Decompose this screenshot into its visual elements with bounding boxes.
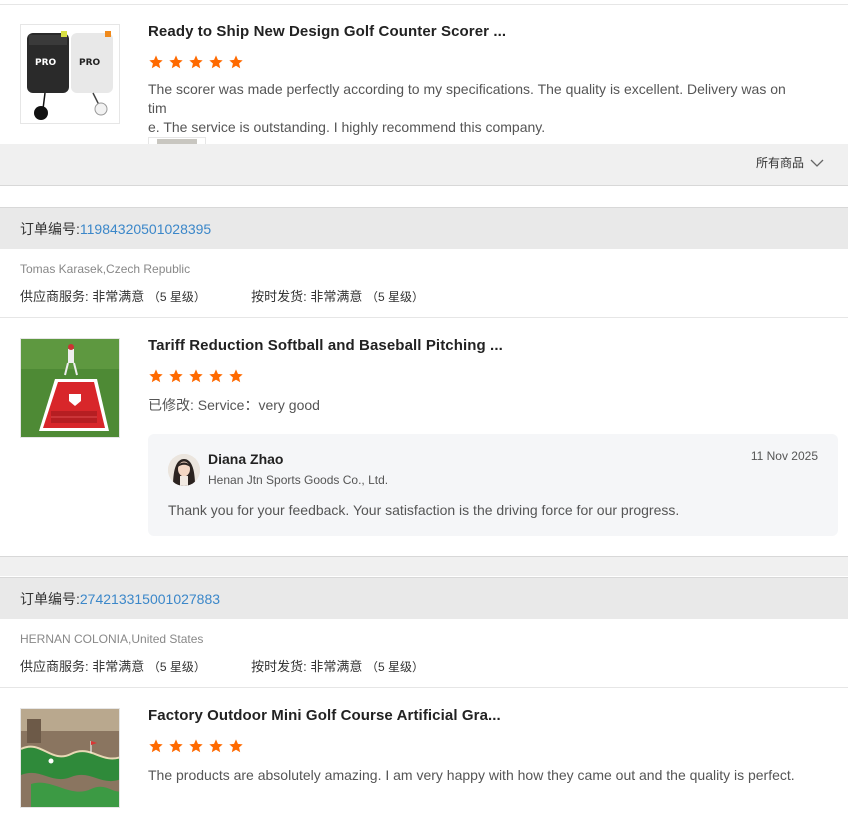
all-goods-band xyxy=(0,144,848,186)
reply-company: Henan Jtn Sports Goods Co., Ltd. xyxy=(208,473,389,487)
divider xyxy=(0,317,848,318)
star-icon xyxy=(209,739,223,753)
top-divider xyxy=(0,4,848,5)
star-icon xyxy=(149,369,163,383)
star-icon xyxy=(229,369,243,383)
star-icon xyxy=(209,55,223,69)
order-number-link[interactable]: 11984320501028395 xyxy=(80,221,211,237)
supplier-service-label: 供应商服务: xyxy=(20,289,89,304)
star-icon xyxy=(229,739,243,753)
product-title[interactable]: Tariff Reduction Softball and Baseball P… xyxy=(148,337,503,354)
supplier-service-stars: （5 星级） xyxy=(147,290,206,304)
product-thumbnail-mini-golf[interactable] xyxy=(20,708,120,808)
supplier-service-value: 非常满意 xyxy=(92,659,145,674)
review-text-line: The scorer was made perfectly according … xyxy=(148,81,786,116)
review-text: The scorer was made perfectly according … xyxy=(148,80,800,137)
ontime-delivery-stars: （5 星级） xyxy=(366,660,425,674)
buyer-info: HERNAN COLONIA,United States xyxy=(20,632,204,646)
star-icon xyxy=(149,739,163,753)
supplier-reply: Diana Zhao Henan Jtn Sports Goods Co., L… xyxy=(148,434,838,536)
all-goods-toggle[interactable]: 所有商品 xyxy=(756,154,824,171)
service-ratings: 供应商服务: 非常满意 （5 星级） 按时发货: 非常满意 （5 星级） xyxy=(20,656,424,675)
star-icon xyxy=(229,55,243,69)
golf-scorer-image: PRO PRO xyxy=(21,25,119,123)
review-text-line: e. The service is outstanding. I highly … xyxy=(148,119,546,135)
reply-message: Thank you for your feedback. Your satisf… xyxy=(168,502,680,518)
star-icon xyxy=(169,369,183,383)
product-title[interactable]: Factory Outdoor Mini Golf Course Artific… xyxy=(148,707,501,724)
product-thumbnail-pitching-mat[interactable] xyxy=(20,338,120,438)
product-title[interactable]: Ready to Ship New Design Golf Counter Sc… xyxy=(148,23,506,40)
all-goods-label: 所有商品 xyxy=(755,156,804,170)
star-icon xyxy=(169,739,183,753)
svg-text:PRO: PRO xyxy=(35,58,57,68)
ontime-delivery-label: 按时发货: xyxy=(251,659,307,674)
svg-text:PRO: PRO xyxy=(79,58,101,68)
ontime-delivery-value: 非常满意 xyxy=(310,289,363,304)
avatar xyxy=(168,454,200,486)
buyer-info: Tomas Karasek,Czech Republic xyxy=(20,262,191,276)
star-icon xyxy=(189,739,203,753)
product-thumbnail-golf-scorer[interactable]: PRO PRO xyxy=(20,24,120,124)
rating-stars xyxy=(148,368,244,386)
chevron-down-icon xyxy=(810,159,824,167)
supplier-service-value: 非常满意 xyxy=(92,289,145,304)
rating-stars xyxy=(148,738,244,756)
star-icon xyxy=(189,369,203,383)
avatar-image xyxy=(168,454,200,486)
supplier-service-stars: （5 星级） xyxy=(147,660,206,674)
supplier-service-label: 供应商服务: xyxy=(20,659,89,674)
review-text: 已修改: Service：very good xyxy=(148,397,320,413)
reply-author-name: Diana Zhao xyxy=(208,451,284,467)
ontime-delivery-label: 按时发货: xyxy=(251,289,307,304)
pitching-mat-image xyxy=(21,339,119,437)
order-number-label: 订单编号: xyxy=(20,221,80,237)
order-number-label: 订单编号: xyxy=(20,591,80,607)
order-bar: 订单编号:11984320501028395 xyxy=(0,207,848,249)
star-icon xyxy=(209,369,223,383)
star-icon xyxy=(189,55,203,69)
order-number-link[interactable]: 274213315001027883 xyxy=(80,591,220,607)
service-ratings: 供应商服务: 非常满意 （5 星级） 按时发货: 非常满意 （5 星级） xyxy=(20,286,424,305)
mini-golf-course-image xyxy=(21,709,119,807)
ontime-delivery-value: 非常满意 xyxy=(310,659,363,674)
star-icon xyxy=(149,55,163,69)
rating-stars xyxy=(148,54,244,72)
reply-date: 11 Nov 2025 xyxy=(750,449,818,463)
order-bar: 订单编号:274213315001027883 xyxy=(0,577,848,619)
review-text: The products are absolutely amazing. I a… xyxy=(148,767,795,783)
section-gap xyxy=(0,556,848,576)
star-icon xyxy=(169,55,183,69)
ontime-delivery-stars: （5 星级） xyxy=(366,290,425,304)
divider xyxy=(0,687,848,688)
